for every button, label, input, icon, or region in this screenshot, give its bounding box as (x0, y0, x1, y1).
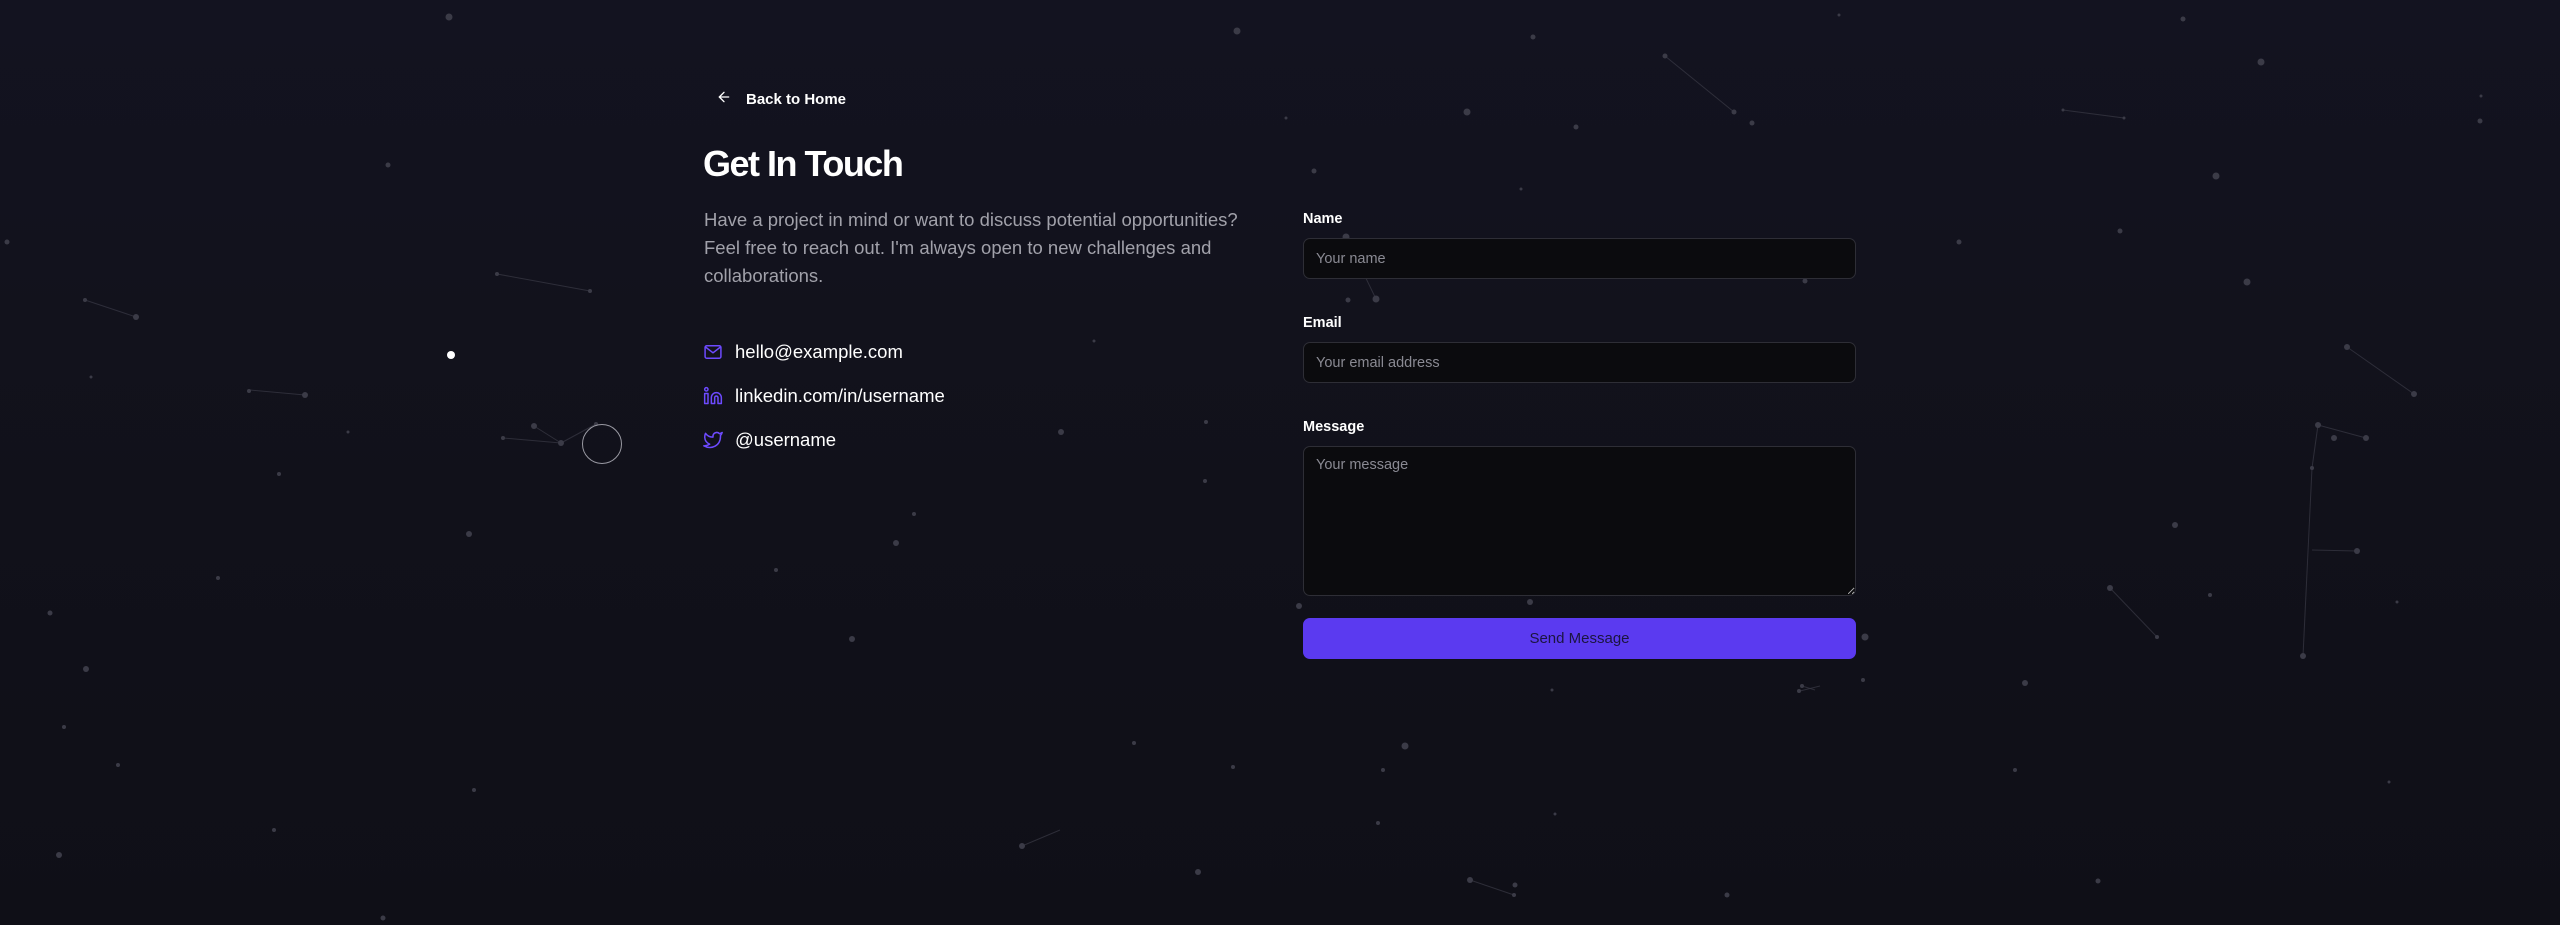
contact-form: Name Email Message Send Message (1303, 208, 1856, 659)
contact-twitter[interactable]: @username (703, 418, 945, 462)
contact-email[interactable]: hello@example.com (703, 330, 945, 374)
linkedin-icon (703, 386, 723, 406)
contact-email-text: hello@example.com (735, 341, 903, 362)
contact-page: Back to Home Get In Touch Have a project… (0, 0, 2560, 925)
email-input[interactable] (1303, 342, 1856, 383)
cursor-ring (582, 424, 622, 464)
name-label: Name (1303, 211, 1343, 227)
arrow-left-icon (716, 89, 732, 109)
contact-linkedin-text: linkedin.com/in/username (735, 385, 945, 406)
intro-text: Have a project in mind or want to discus… (704, 209, 1238, 286)
send-message-button[interactable]: Send Message (1303, 618, 1856, 659)
cursor-dot (447, 351, 455, 359)
message-label: Message (1303, 419, 1365, 435)
contact-list: hello@example.com linkedin.com/in/userna… (703, 330, 945, 462)
page-title: Get In Touch (703, 143, 904, 184)
back-to-home-link[interactable]: Back to Home (716, 86, 846, 112)
twitter-icon (703, 430, 723, 450)
name-input[interactable] (1303, 238, 1856, 279)
email-label: Email (1303, 315, 1342, 331)
contact-twitter-text: @username (735, 429, 837, 450)
back-to-home-label: Back to Home (746, 90, 847, 108)
contact-linkedin[interactable]: linkedin.com/in/username (703, 374, 945, 418)
mail-icon (703, 342, 723, 362)
message-textarea[interactable] (1303, 446, 1856, 596)
